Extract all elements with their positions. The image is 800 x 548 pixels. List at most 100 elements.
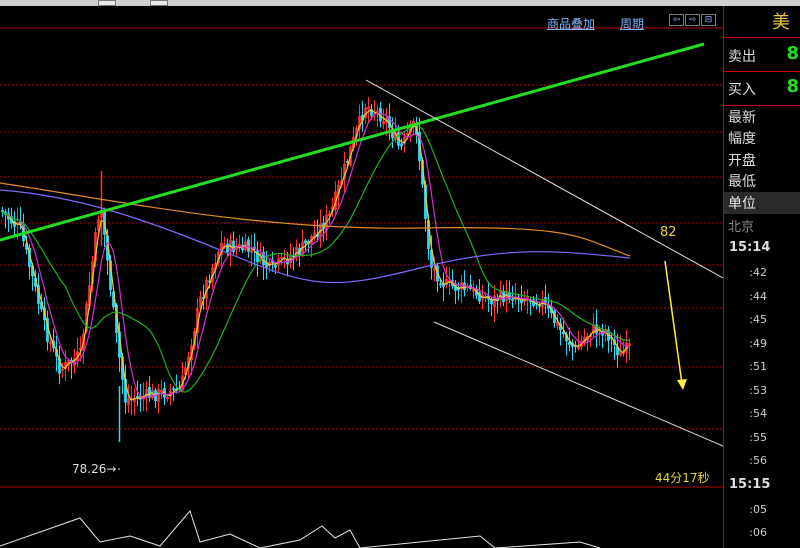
candle xyxy=(229,233,232,267)
candle xyxy=(517,293,520,313)
candle-body xyxy=(172,388,175,391)
tick-second: :49 xyxy=(749,337,767,350)
candle xyxy=(628,338,631,361)
candle xyxy=(46,310,49,351)
candle xyxy=(442,272,445,302)
tick-second: :06 xyxy=(749,526,767,539)
green-trendline xyxy=(0,42,705,242)
candle xyxy=(436,262,439,292)
candle xyxy=(127,384,130,413)
candle-body xyxy=(511,298,514,301)
candle xyxy=(538,301,541,313)
overlay-commodity-link[interactable]: 商品叠加 xyxy=(547,15,595,32)
change-label: 幅度 xyxy=(728,131,756,147)
candle xyxy=(295,239,298,262)
candle-body xyxy=(490,299,493,305)
candle xyxy=(124,364,127,414)
toolbar-icons: ⇦ ⇨ ⊟ xyxy=(669,14,716,27)
candlestick-chart[interactable]: 商品叠加 周期 ⇦ ⇨ ⊟ 78.26→ 82 44分17秒 xyxy=(0,6,723,548)
sell-label: 卖出 xyxy=(728,49,756,65)
tick-second: :44 xyxy=(749,290,767,303)
candle-body xyxy=(400,143,403,147)
tick-second: :55 xyxy=(749,431,767,444)
unit-row: 单位 xyxy=(724,192,800,214)
candle xyxy=(451,269,454,290)
candle xyxy=(361,100,364,132)
projection-arrow-shaft xyxy=(664,260,683,385)
candle xyxy=(607,326,610,353)
candles-group xyxy=(1,96,631,442)
candle xyxy=(478,279,481,305)
panel-divider xyxy=(724,105,800,106)
candle xyxy=(244,233,247,252)
buy-label: 买入 xyxy=(728,82,756,98)
candle xyxy=(262,246,265,281)
candle xyxy=(460,274,463,304)
sell-price: 8 xyxy=(786,43,799,64)
candle xyxy=(400,138,403,151)
candle xyxy=(574,340,577,353)
tick-second: :45 xyxy=(749,313,767,326)
panel-divider xyxy=(724,71,800,72)
candle xyxy=(265,251,268,280)
candle xyxy=(58,345,61,385)
panel-divider xyxy=(724,37,800,38)
candle xyxy=(463,270,466,297)
tick-second: :42 xyxy=(749,266,767,279)
tick-second: :54 xyxy=(749,407,767,420)
candle xyxy=(307,239,310,253)
candle xyxy=(319,209,322,248)
low-price-label: 78.26→ xyxy=(72,462,117,476)
tick-time: 15:14 xyxy=(729,240,771,255)
candle xyxy=(526,289,529,314)
candle xyxy=(376,104,379,127)
candle xyxy=(595,309,598,348)
open-label: 开盘 xyxy=(728,153,756,169)
candle xyxy=(157,383,160,414)
candle xyxy=(154,388,157,409)
candle xyxy=(238,234,241,253)
candle xyxy=(148,375,151,402)
candle-body xyxy=(568,341,571,345)
candle xyxy=(493,284,496,323)
candle xyxy=(472,280,475,299)
candle xyxy=(133,387,136,416)
candle xyxy=(622,340,625,357)
candle xyxy=(241,236,244,254)
quote-panel: 美 卖出 8 买入 8 最新 幅度 开盘 最低 单位 北京 15:14 :42 … xyxy=(723,6,800,548)
candle-body xyxy=(439,283,442,286)
candle-body xyxy=(256,250,259,263)
buy-price: 8 xyxy=(786,76,799,97)
candle xyxy=(448,267,451,295)
period-link[interactable]: 周期 xyxy=(620,15,644,32)
candle xyxy=(358,104,361,141)
projection-arrow-head xyxy=(677,379,687,390)
indicator-pane xyxy=(0,509,601,548)
candle-body xyxy=(136,395,139,398)
scroll-left-icon[interactable]: ⇦ xyxy=(669,14,684,26)
candle xyxy=(343,151,346,193)
channel-upper-line xyxy=(365,79,723,279)
ma-green-line xyxy=(1,124,630,393)
candle xyxy=(373,100,376,122)
zoom-icon[interactable]: ⊟ xyxy=(701,14,716,26)
low-label: 最低 xyxy=(728,174,756,190)
countdown-label: 44分17秒 xyxy=(655,471,710,485)
latest-label: 最新 xyxy=(728,110,756,126)
unit-label: 单位 xyxy=(728,196,756,212)
tick-second: :05 xyxy=(749,503,767,516)
candle-body xyxy=(226,243,229,253)
candle xyxy=(256,240,259,277)
candle xyxy=(496,293,499,314)
tick-time: 15:15 xyxy=(729,477,771,492)
target-price-label: 82 xyxy=(660,225,677,240)
tick-second: :53 xyxy=(749,384,767,397)
tick-second: :56 xyxy=(749,454,767,467)
candle xyxy=(232,231,235,255)
candle xyxy=(559,317,562,346)
candle xyxy=(286,252,289,277)
candle xyxy=(4,208,7,229)
scroll-right-icon[interactable]: ⇨ xyxy=(685,14,700,26)
candle xyxy=(445,266,448,289)
candle xyxy=(7,207,10,233)
